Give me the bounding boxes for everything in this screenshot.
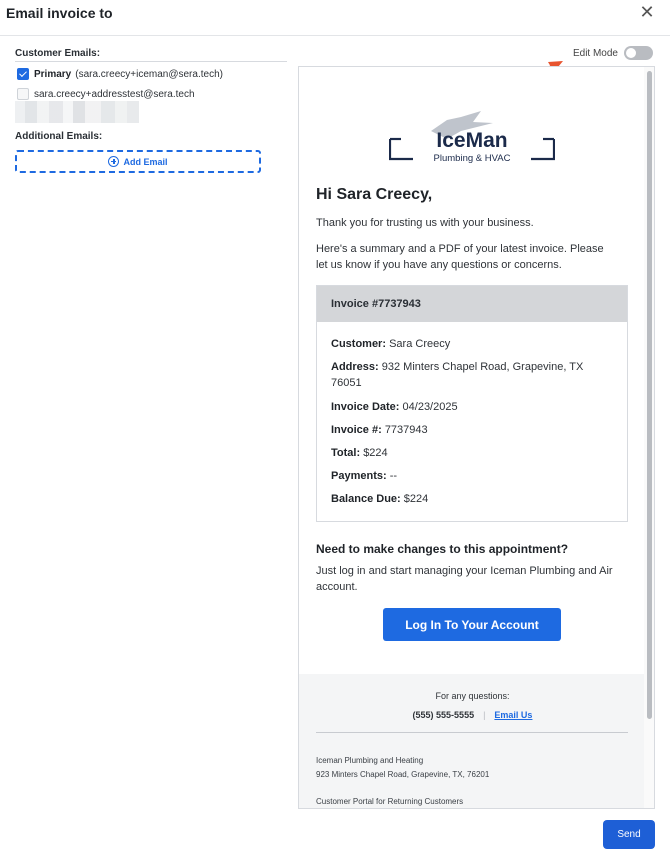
invoice-total-row: Total: $224 xyxy=(331,447,388,459)
footer-divider xyxy=(316,732,628,733)
iceman-logo: IceMan Plumbing & HVAC xyxy=(389,111,555,164)
logo-brand: IceMan xyxy=(436,129,507,152)
edit-mode-toggle[interactable] xyxy=(624,46,653,60)
edit-mode-control: Edit Mode xyxy=(573,46,653,60)
secondary-email-checkbox[interactable] xyxy=(17,88,29,100)
primary-email-option[interactable]: Primary (sara.creecy+iceman@sera.tech) xyxy=(17,67,223,81)
dialog-header: Email invoice to ✕ xyxy=(0,0,670,36)
invoice-balance-row: Balance Due: $224 xyxy=(331,493,429,505)
primary-email-checkbox[interactable] xyxy=(17,68,29,80)
redacted-email xyxy=(15,101,139,123)
changes-heading: Need to make changes to this appointment… xyxy=(316,542,569,556)
email-footer: For any questions: (555) 555-5555 | Email … xyxy=(299,674,646,808)
preview-scrollbar[interactable] xyxy=(644,67,654,808)
invoice-date-row: Invoice Date: 04/23/2025 xyxy=(331,401,458,413)
email-greeting: Hi Sara Creecy, xyxy=(316,186,433,203)
add-email-label: Add Email xyxy=(123,156,168,167)
footer-company-address: 923 Minters Chapel Road, Grapevine, TX, … xyxy=(316,770,490,779)
primary-email-address: (sara.creecy+iceman@sera.tech) xyxy=(75,68,223,80)
footer-company: Iceman Plumbing and Heating xyxy=(316,756,424,765)
footer-contact: (555) 555-5555 | Email Us xyxy=(299,710,646,720)
additional-emails-label: Additional Emails: xyxy=(15,131,103,142)
footer-portal: Customer Portal for Returning Customers xyxy=(316,797,464,806)
invoice-address-row: Address: 932 Minters Chapel Road, Grapev… xyxy=(331,361,584,389)
dialog-title: Email invoice to xyxy=(6,5,113,21)
login-account-button[interactable]: Log In To Your Account xyxy=(383,608,561,641)
send-button[interactable]: Send xyxy=(603,820,655,849)
preview-scroll-thumb[interactable] xyxy=(647,71,652,719)
close-icon[interactable]: ✕ xyxy=(638,3,656,21)
secondary-email-option[interactable]: sara.creecy+addresstest@sera.tech xyxy=(17,87,195,101)
invoice-heading: Invoice #7737943 xyxy=(317,286,627,322)
footer-questions: For any questions: xyxy=(435,691,510,701)
changes-text: Just log in and start managing your Icem… xyxy=(316,565,613,593)
footer-separator: | xyxy=(483,710,486,720)
primary-label: Primary xyxy=(34,68,72,80)
email-preview[interactable]: IceMan Plumbing & HVAC Hi Sara Creecy, T… xyxy=(298,66,655,809)
add-email-button[interactable]: Add Email xyxy=(15,150,261,173)
invoice-summary-card: Invoice #7737943 Customer: Sara Creecy A… xyxy=(316,285,628,522)
invoice-number-row: Invoice #: 7737943 xyxy=(331,424,428,436)
email-thanks: Thank you for trusting us with your busi… xyxy=(316,217,534,229)
email-summary: Here's a summary and a PDF of your lates… xyxy=(316,243,604,271)
edit-mode-label: Edit Mode xyxy=(572,47,618,59)
invoice-customer-row: Customer: Sara Creecy xyxy=(331,338,451,350)
invoice-payments-row: Payments: -- xyxy=(331,470,398,482)
plus-circle-icon xyxy=(108,156,120,167)
secondary-email-address: sara.creecy+addresstest@sera.tech xyxy=(34,88,195,100)
customer-emails-label: Customer Emails: xyxy=(15,48,287,62)
footer-phone: (555) 555-5555 xyxy=(412,710,475,720)
logo-tagline: Plumbing & HVAC xyxy=(434,153,511,164)
footer-email-link[interactable]: Email Us xyxy=(494,710,532,720)
